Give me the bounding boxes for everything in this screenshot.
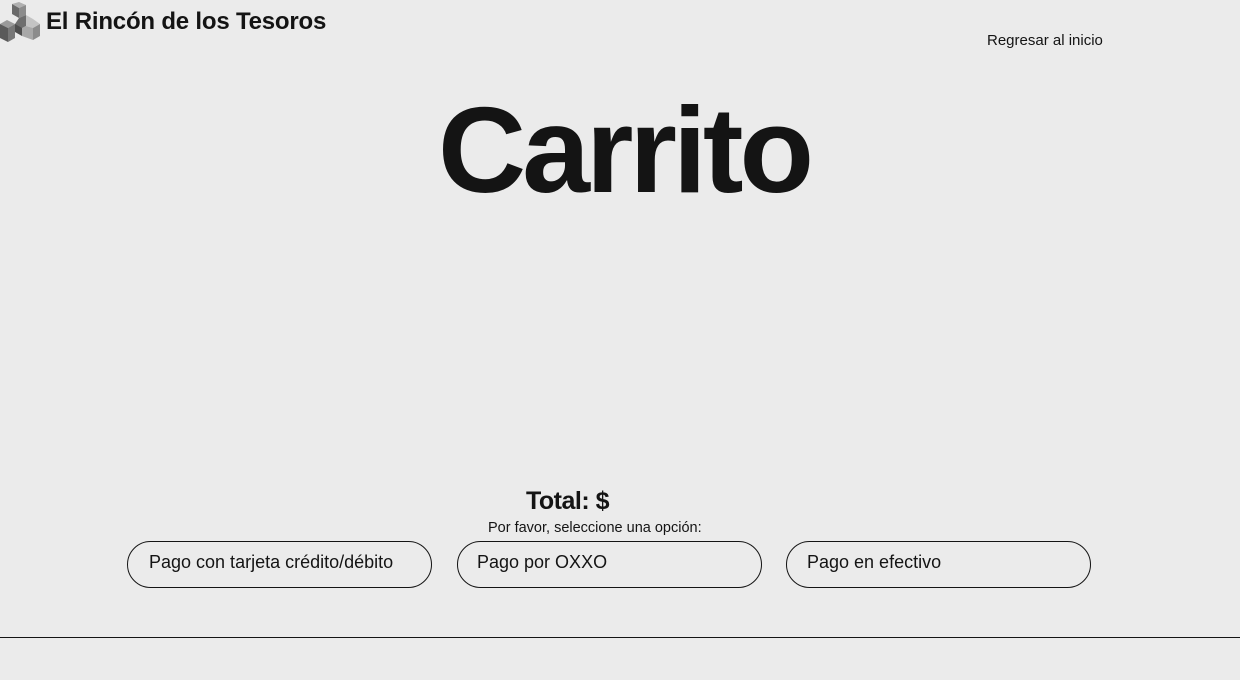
- cubes-icon: [0, 2, 40, 42]
- pay-cash-button[interactable]: Pago en efectivo: [786, 541, 1091, 588]
- home-link[interactable]: Regresar al inicio: [987, 32, 1103, 49]
- page-title: Carrito: [438, 82, 814, 218]
- pay-card-button[interactable]: Pago con tarjeta crédito/débito: [127, 541, 432, 588]
- footer-divider: [0, 637, 1240, 638]
- brand[interactable]: El Rincón de los Tesoros: [0, 2, 326, 42]
- pay-oxxo-button[interactable]: Pago por OXXO: [457, 541, 762, 588]
- total-label: Total: $: [526, 487, 610, 515]
- brand-name: El Rincón de los Tesoros: [46, 8, 327, 35]
- payment-prompt: Por favor, seleccione una opción:: [488, 520, 702, 536]
